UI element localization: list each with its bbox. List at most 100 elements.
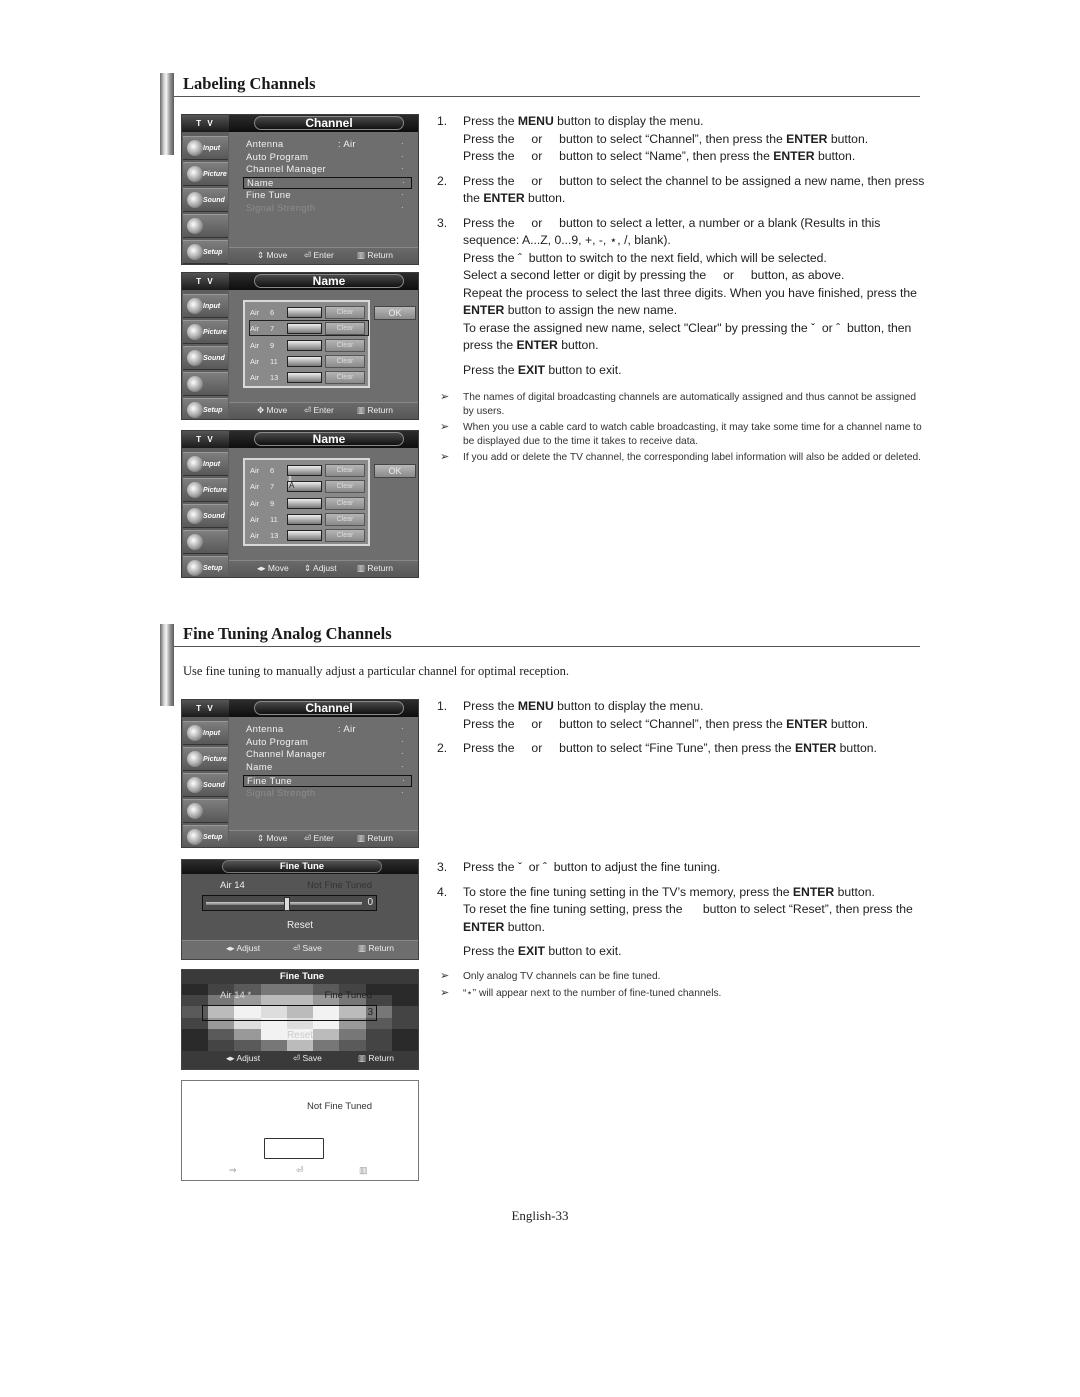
menu-item-fine-tune[interactable]: Fine Tune · [243,774,412,787]
menu-item-label: Channel Manager [246,749,327,761]
sidebar-item-channel[interactable] [183,214,228,238]
channel-name-row[interactable]: Air 13 Clear [250,370,368,385]
name-input[interactable] [287,355,322,367]
section-marker-bar [160,624,174,706]
name-input[interactable] [287,513,322,525]
footer-save: ⏎ Save [293,1053,322,1063]
menu-title: Channel [254,701,404,715]
sidebar-item-label: Picture [203,756,227,763]
menu-item-label: Channel Manager [246,164,327,176]
mosaic-tile [286,1039,314,1051]
slider-value: 3 [367,1007,373,1018]
step-text: To store the fine tuning setting in the … [463,884,875,899]
sidebar-item-sound[interactable]: Sound [183,504,228,528]
sidebar-item-picture[interactable]: Picture [183,747,228,771]
sidebar-item-sound[interactable]: Sound [183,773,228,797]
left-right-arrows-icon: ◂▸ [226,1053,235,1063]
sidebar-item-sound[interactable]: Sound [183,346,228,370]
name-input[interactable] [287,323,322,335]
channel-name-row[interactable]: Air 9 Clear [250,338,368,352]
channel-name-row[interactable]: Air 9 Clear [250,496,368,510]
sidebar-item-picture[interactable]: Picture [183,320,228,344]
mosaic-tile [365,1039,392,1051]
fine-tune-steps-a: 1. Press the MENU button to display the m… [437,698,927,765]
menu-item-fine-tune[interactable]: Fine Tune · [246,190,410,202]
return-icon: ▥ [358,1053,367,1063]
fine-tune-slider[interactable]: 0 [202,895,377,911]
osd-footer: ✥ Move ⏎ Enter ▥ Return [229,402,418,419]
menu-item-channel-manager[interactable]: Channel Manager · [246,749,410,761]
menu-item-label: Antenna [246,139,284,150]
sidebar-item-input[interactable]: Input [183,294,228,318]
clear-button[interactable]: Clear [325,371,365,385]
tv-label: T V [182,700,229,717]
name-input[interactable] [287,530,322,542]
sidebar-item-input[interactable]: Input [183,136,228,160]
name-input[interactable] [287,372,322,384]
channel-icon [187,534,203,550]
tune-status: Fine Tuned [324,990,372,1001]
sidebar-item-sound[interactable]: Sound [183,188,228,212]
enter-icon: ⏎ [296,1165,304,1175]
clear-button[interactable]: Clear [325,496,365,510]
slider-thumb[interactable] [283,897,290,911]
osd-name-menu-editing: T V Name Input Picture Sound Setup Air 6 Clear ⇕ A… [181,430,419,578]
osd-header: T V Channel [182,115,418,132]
sidebar-item-picture[interactable]: Picture [183,162,228,186]
sidebar-item-picture[interactable]: Picture [183,478,228,502]
step-text: To erase the assigned new name, select "… [463,320,912,353]
name-input[interactable] [287,497,322,509]
footer-move: ◂▸ Move [257,563,289,574]
sidebar-item-setup[interactable]: Setup [183,240,228,264]
sidebar-item-channel[interactable] [183,799,228,823]
channel-name-row[interactable]: Air 13 Clear [250,528,368,543]
ok-button[interactable]: OK [374,306,416,320]
channel-name-row[interactable]: Air 11 Clear [250,354,368,368]
sidebar-item-setup[interactable]: Setup [183,556,228,577]
clear-button[interactable]: Clear [325,338,365,352]
submenu-indicator-icon: · [401,139,404,148]
right-arrow-icon: ⇒ [229,1165,237,1175]
menu-item-name[interactable]: Name · [243,177,412,190]
tv-label: T V [182,273,229,290]
name-input[interactable] [287,307,322,318]
sidebar-item-input[interactable]: Input [183,452,228,476]
channel-name-row[interactable]: Air 6 Clear [250,463,368,477]
sidebar-item-channel[interactable] [183,372,228,396]
name-input[interactable]: A [287,481,322,493]
reset-button[interactable]: Reset [182,920,418,931]
step-text: Select a second letter or digit by press… [463,268,845,282]
ok-button[interactable]: OK [374,464,416,478]
clear-button[interactable]: Clear [325,354,365,368]
reset-button[interactable]: Reset [182,1030,418,1041]
menu-item-auto-program[interactable]: Auto Program · [246,152,410,164]
menu-item-name[interactable]: Name · [246,762,410,774]
channel-name-row[interactable]: Air 11 Clear [250,512,368,526]
channel-name-row[interactable]: ⇕ Air 7 A Clear [250,476,368,494]
clear-button[interactable]: Clear [325,464,365,477]
menu-item-channel-manager[interactable]: Channel Manager · [246,164,410,176]
menu-item-label: Auto Program [246,736,309,748]
sidebar-item-label: Picture [203,487,227,494]
clear-button[interactable]: Clear [325,322,365,336]
note-item: ➢ Only analog TV channels can be fine tun… [437,970,927,984]
clear-button[interactable]: Clear [325,512,365,526]
clear-button[interactable]: Clear [325,306,365,319]
channel-name-row[interactable]: Air 7 Clear [249,320,369,337]
name-input[interactable] [287,339,322,351]
clear-button[interactable]: Clear [325,480,365,494]
sidebar-item-setup[interactable]: Setup [183,398,228,419]
clear-button[interactable]: Clear [325,529,365,543]
channel-name-row[interactable]: Air 6 Clear [250,305,368,319]
menu-item-antenna[interactable]: Antenna: Air · [246,139,410,151]
menu-item-antenna[interactable]: Antenna: Air · [246,724,410,736]
step-text: Press the or button to select the channe… [463,173,925,206]
fine-tune-panel-blank: Not Fine Tuned ⇒ ⏎ ▥ [181,1080,419,1181]
sidebar-item-channel[interactable] [183,530,228,554]
step-text: Press the ˆ button to switch to the next… [463,250,827,265]
fine-tune-slider[interactable]: 3 [202,1005,377,1021]
mosaic-tile [234,1039,261,1051]
sidebar-item-setup[interactable]: Setup [183,825,228,847]
sidebar-item-input[interactable]: Input [183,721,228,745]
menu-item-auto-program[interactable]: Auto Program · [246,737,410,749]
